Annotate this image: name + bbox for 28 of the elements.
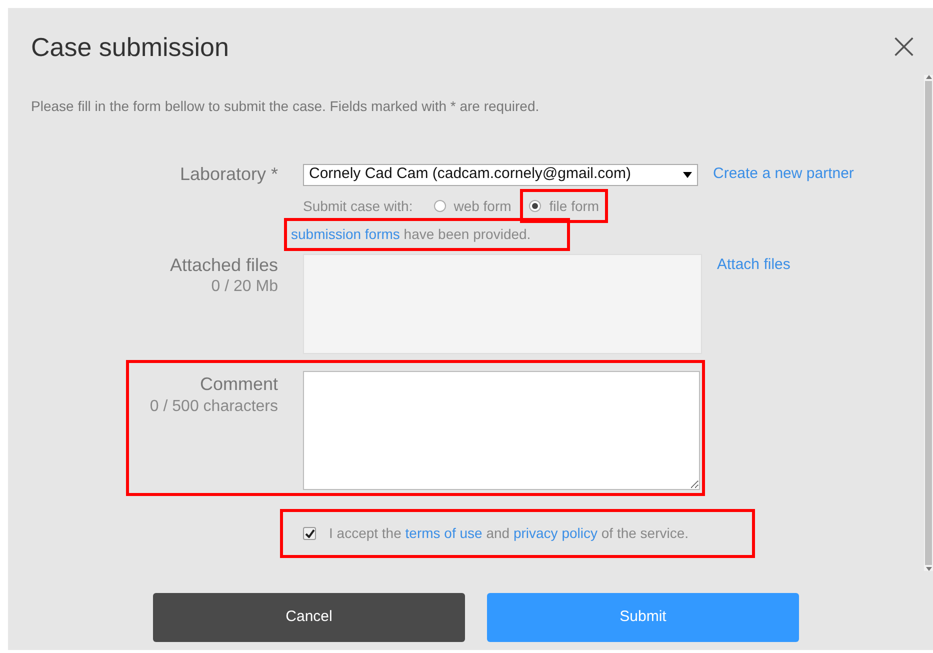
radio-option[interactable]: web form <box>434 196 512 216</box>
scroll-down-icon[interactable] <box>926 567 932 571</box>
intro-text: Please fill in the form bellow to submit the case. Fields marked with * are required. <box>30 97 540 116</box>
attach-files-link[interactable]: Attach files <box>717 254 790 354</box>
terms-text: I accept the terms of use and privacy policy of the service. <box>329 524 689 543</box>
field-label: Attached files <box>170 254 278 276</box>
scrollbar[interactable] <box>924 75 933 571</box>
field-label: Laboratory * <box>178 163 278 186</box>
scrollbar-thumb[interactable] <box>925 81 932 565</box>
character-counter: 0 / 500 characters <box>150 397 278 417</box>
create-partner-link[interactable]: Create a new partner <box>713 163 854 186</box>
laboratory-dropdown[interactable]: Cornely Cad Cam (cadcam.cornely@gmail.com) <box>303 164 698 186</box>
submit-button[interactable]: Submit <box>487 593 799 642</box>
caret-icon <box>683 172 692 178</box>
notice-text: submission forms have been provided. <box>291 225 531 244</box>
close-button[interactable]: × <box>888 32 919 62</box>
radio-option[interactable]: file form <box>529 196 600 216</box>
checkbox[interactable] <box>303 527 316 540</box>
terms-link[interactable]: terms of use <box>405 525 482 541</box>
field-label: Comment <box>200 373 278 395</box>
terms-link[interactable]: privacy policy <box>513 525 598 541</box>
size-counter: 0 / 20 Mb <box>211 277 278 297</box>
comment-field[interactable] <box>303 371 700 490</box>
dialog-title: Case submission <box>31 32 229 62</box>
radio-group-label: Submit case with: <box>303 196 413 216</box>
submission-forms-link[interactable]: submission forms <box>291 226 400 242</box>
cancel-button[interactable]: Cancel <box>153 593 465 642</box>
scroll-up-icon[interactable] <box>926 75 932 79</box>
